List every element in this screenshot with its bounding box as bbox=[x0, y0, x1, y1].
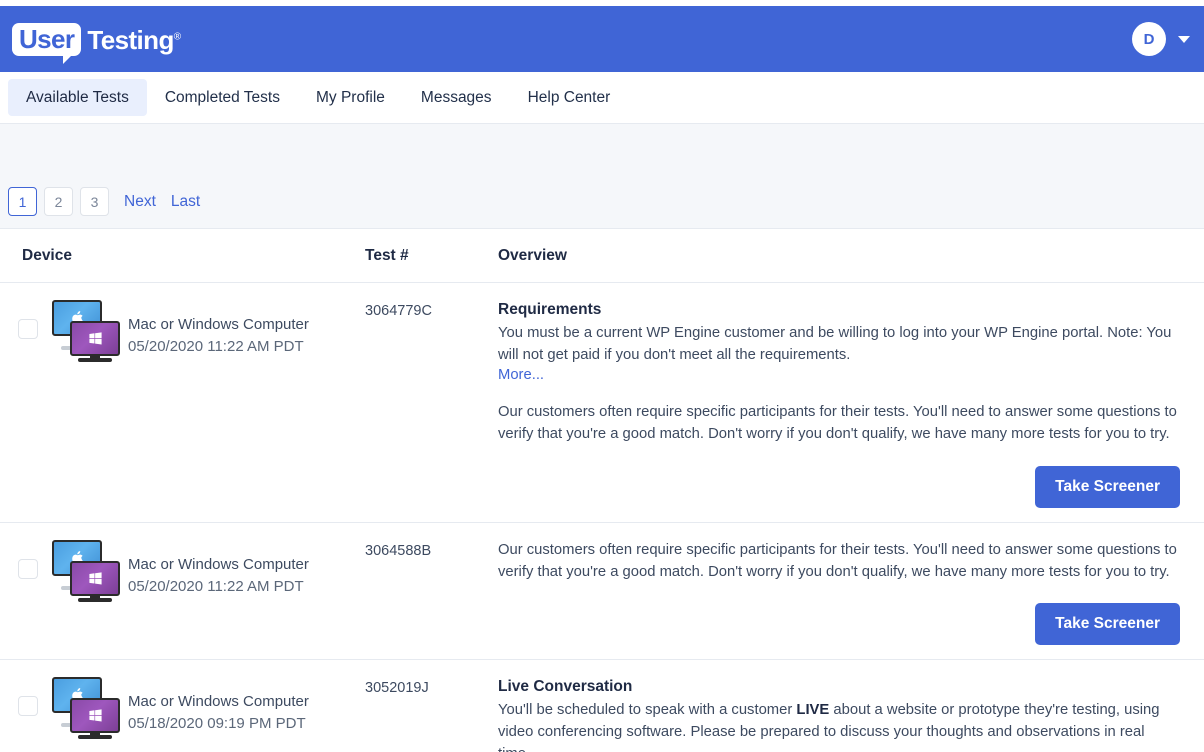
tab-my-profile[interactable]: My Profile bbox=[298, 72, 403, 123]
windows-logo-icon bbox=[88, 709, 102, 722]
action-row: Take Screener bbox=[498, 603, 1180, 646]
usertesting-logo[interactable]: User Testing® bbox=[12, 22, 181, 64]
device-cell: Mac or Windows Computer 05/20/2020 11:22… bbox=[0, 539, 365, 646]
mac-windows-computer-icon bbox=[48, 677, 120, 740]
page-button-1[interactable]: 1 bbox=[8, 187, 37, 216]
row-select-checkbox[interactable] bbox=[18, 319, 38, 339]
test-number: 3064779C bbox=[365, 303, 432, 319]
tab-available-tests[interactable]: Available Tests bbox=[8, 79, 147, 116]
more-link[interactable]: More... bbox=[498, 367, 544, 383]
windows-monitor-icon bbox=[70, 321, 120, 356]
pagination-last-link[interactable]: Last bbox=[171, 193, 200, 211]
device-info: Mac or Windows Computer 05/18/2020 09:19… bbox=[128, 677, 309, 735]
logo-word: Testing® bbox=[87, 24, 181, 56]
take-screener-button[interactable]: Take Screener bbox=[1035, 603, 1180, 646]
device-cell: Mac or Windows Computer 05/20/2020 11:22… bbox=[0, 300, 365, 508]
windows-monitor-base bbox=[78, 735, 112, 740]
main-navigation: Available Tests Completed Tests My Profi… bbox=[0, 72, 1204, 124]
overview-text: You'll be scheduled to speak with a cust… bbox=[498, 700, 1180, 752]
table-row: Mac or Windows Computer 05/18/2020 09:19… bbox=[0, 660, 1204, 752]
device-cell: Mac or Windows Computer 05/18/2020 09:19… bbox=[0, 677, 365, 752]
overview-title: Requirements bbox=[498, 301, 602, 318]
overview-cell: Live Conversation You'll be scheduled to… bbox=[498, 677, 1204, 752]
overview-secondary-text: Our customers often require specific par… bbox=[498, 404, 1177, 443]
windows-monitor-icon bbox=[70, 698, 120, 734]
table-row: Mac or Windows Computer 05/20/2020 11:22… bbox=[0, 522, 1204, 661]
table-row: Mac or Windows Computer 05/20/2020 11:22… bbox=[0, 283, 1204, 523]
logo-bubble: User bbox=[12, 22, 82, 64]
test-number: 3064588B bbox=[365, 542, 432, 559]
windows-logo-icon bbox=[88, 332, 102, 345]
chevron-down-icon[interactable] bbox=[1178, 35, 1190, 43]
pagination: 1 2 3 Next Last bbox=[8, 187, 200, 216]
row-select-checkbox[interactable] bbox=[18, 696, 38, 717]
overview-title: Live Conversation bbox=[498, 678, 633, 696]
overview-text-part1: You'll be scheduled to speak with a cust… bbox=[498, 702, 797, 719]
windows-monitor-base bbox=[78, 358, 112, 362]
column-header-device: Device bbox=[22, 247, 72, 264]
overview-cell: Requirements You must be a current WP En… bbox=[498, 300, 1204, 508]
device-date: 05/20/2020 11:22 AM PDT bbox=[128, 577, 304, 595]
avatar[interactable]: D bbox=[1132, 22, 1166, 56]
overview-cell: Our customers often require specific par… bbox=[498, 540, 1204, 646]
mac-windows-computer-icon bbox=[48, 539, 120, 602]
device-info: Mac or Windows Computer 05/20/2020 11:22… bbox=[128, 540, 309, 598]
logo-bubble-text: User bbox=[19, 23, 75, 54]
logo-trademark: ® bbox=[173, 30, 181, 42]
tab-completed-tests[interactable]: Completed Tests bbox=[147, 72, 298, 123]
overview-text: You must be a current WP Engine customer… bbox=[498, 324, 1172, 363]
overview-secondary-text: Our customers often require specific par… bbox=[498, 541, 1177, 580]
page-button-2[interactable]: 2 bbox=[44, 187, 73, 216]
take-screener-button[interactable]: Take Screener bbox=[1035, 465, 1180, 508]
device-date: 05/20/2020 11:22 AM PDT bbox=[128, 337, 304, 355]
device-name: Mac or Windows Computer bbox=[128, 693, 309, 711]
windows-monitor-base bbox=[78, 597, 112, 602]
column-header-overview: Overview bbox=[498, 247, 567, 264]
user-menu[interactable]: D bbox=[1132, 22, 1190, 56]
test-number: 3052019J bbox=[365, 680, 429, 697]
toolbar-band: 1 2 3 Next Last bbox=[0, 124, 1204, 229]
row-select-checkbox[interactable] bbox=[18, 558, 38, 579]
column-header-test-number: Test # bbox=[365, 247, 409, 264]
device-info: Mac or Windows Computer 05/20/2020 11:22… bbox=[128, 300, 309, 358]
tab-messages[interactable]: Messages bbox=[403, 72, 510, 123]
device-date: 05/18/2020 09:19 PM PDT bbox=[128, 715, 306, 733]
page-button-3[interactable]: 3 bbox=[80, 187, 109, 216]
logo-word-text: Testing bbox=[87, 24, 174, 55]
tab-help-center[interactable]: Help Center bbox=[510, 72, 629, 123]
windows-logo-icon bbox=[88, 572, 102, 585]
windows-monitor-icon bbox=[70, 560, 120, 596]
device-name: Mac or Windows Computer bbox=[128, 316, 309, 333]
table-header: Device Test # Overview bbox=[0, 229, 1204, 283]
device-name: Mac or Windows Computer bbox=[128, 555, 309, 573]
pagination-next-link[interactable]: Next bbox=[124, 193, 156, 211]
overview-text-emphasis: LIVE bbox=[796, 702, 830, 719]
app-header: User Testing® D bbox=[0, 6, 1204, 72]
mac-windows-computer-icon bbox=[48, 300, 120, 362]
action-row: Take Screener bbox=[498, 465, 1180, 508]
